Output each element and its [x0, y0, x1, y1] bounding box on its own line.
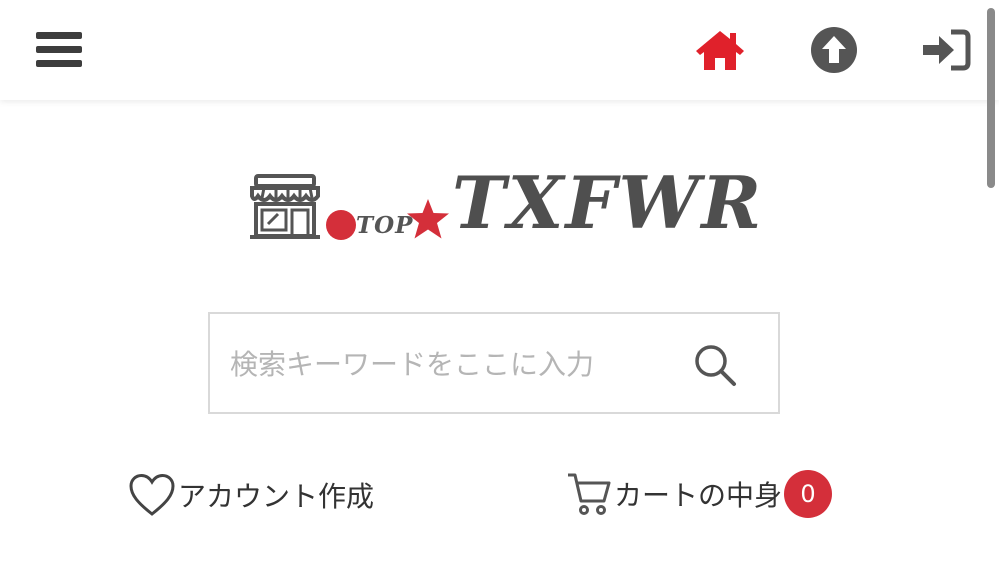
- arrow-up-circle-icon: [811, 27, 857, 73]
- page: TOP TXFWR アカウント作成 カートの中身 0: [0, 0, 999, 565]
- scrollbar-thumb[interactable]: [987, 8, 995, 188]
- menu-button[interactable]: [30, 22, 88, 78]
- top-navigation-bar: [0, 0, 999, 100]
- create-account-link[interactable]: アカウント作成: [128, 470, 374, 520]
- create-account-label: アカウント作成: [178, 480, 375, 513]
- cart-label: カートの中身: [614, 479, 783, 512]
- search-input[interactable]: [230, 336, 650, 392]
- logo-top-text: TOP: [356, 212, 414, 239]
- logo-red-dot: [326, 210, 356, 240]
- hamburger-menu-icon: [36, 32, 82, 67]
- heart-icon: [129, 473, 175, 516]
- cart-link[interactable]: カートの中身 0: [566, 466, 833, 522]
- logo-brand-name: TXFWR: [452, 160, 764, 245]
- store-icon: [250, 174, 320, 239]
- search-form: [208, 312, 780, 414]
- home-button[interactable]: [692, 24, 748, 76]
- sign-in-icon: [923, 29, 971, 71]
- search-icon: [695, 345, 736, 386]
- site-logo[interactable]: TOP TXFWR: [244, 160, 764, 250]
- home-icon: [696, 31, 744, 70]
- login-button[interactable]: [918, 24, 974, 76]
- scroll-to-top-button[interactable]: [806, 24, 862, 76]
- search-button[interactable]: [690, 340, 740, 390]
- cart-count-badge: 0: [784, 470, 833, 518]
- star-icon: [407, 199, 449, 239]
- cart-icon: [568, 473, 611, 515]
